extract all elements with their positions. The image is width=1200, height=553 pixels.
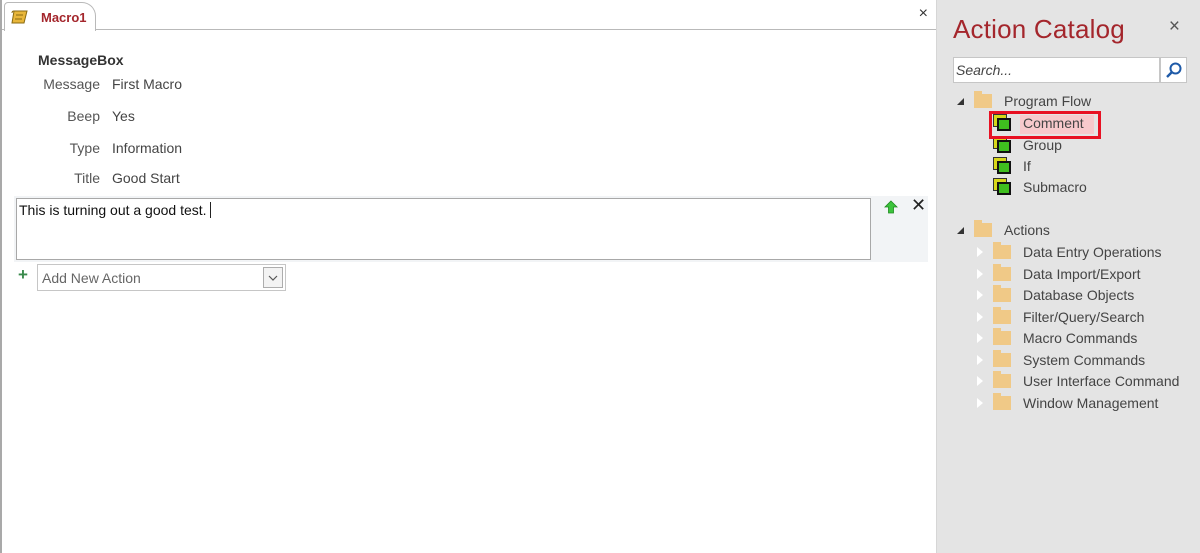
tree-item-label: If [1023,158,1031,174]
folder-icon [993,306,1011,324]
argument-label: Beep [67,108,100,124]
red-annotation-box [989,111,1101,139]
argument-label: Title [74,170,100,186]
argument-row-message[interactable]: Message First Macro [2,76,182,94]
tree-folder-item[interactable]: Macro Commands [976,328,1138,348]
collapsed-triangle-icon[interactable] [976,246,983,258]
tree-item-if[interactable]: If [993,156,1031,176]
folder-icon [993,371,1011,388]
add-action-plus-icon: + [18,265,28,284]
tree-folder-item[interactable]: System Commands [976,349,1146,370]
argument-value[interactable]: Good Start [112,170,180,186]
close-catalog-icon[interactable]: × [1169,16,1180,38]
comment-text: This is turning out a good test. [19,202,207,218]
argument-value[interactable]: Yes [112,108,135,124]
argument-value[interactable]: Information [112,140,182,156]
folder-icon [974,220,992,237]
tree-folder-item[interactable]: Filter/Query/Search [976,306,1145,327]
argument-label: Type [69,140,100,156]
move-up-arrow-icon[interactable] [884,200,898,214]
catalog-search-input[interactable]: Search... [953,57,1160,83]
folder-icon [993,285,1011,302]
collapsed-triangle-icon[interactable] [976,353,983,366]
add-new-action-select[interactable]: Add New Action [37,264,286,291]
collapsed-triangle-icon[interactable] [976,289,983,301]
document-tab-strip: Macro1 × [2,0,936,31]
tree-folder-item[interactable]: User Interface Command [976,371,1180,391]
tree-item-label: Database Objects [1023,287,1135,303]
tree-group-actions[interactable]: Actions [957,220,1050,240]
tree-item-label: Window Management [1023,394,1159,411]
collapsed-triangle-icon[interactable] [976,396,983,409]
action-name: MessageBox [38,52,124,68]
access-macro-window: Macro1 × MessageBox Message First Macro B… [0,0,1200,553]
tree-item-label: Submacro [1023,179,1087,195]
tree-folder-item[interactable]: Data Entry Operations [976,242,1162,262]
program-flow-icon [993,178,1013,196]
tree-item-label: User Interface Command [1023,373,1180,389]
argument-row-title[interactable]: Title Good Start [2,170,180,188]
collapsed-triangle-icon[interactable] [976,332,983,344]
tree-item-label: System Commands [1023,351,1146,368]
close-document-icon[interactable]: × [919,6,928,22]
folder-icon [993,263,1011,281]
tab-label: Macro1 [41,9,87,25]
tree-item-label: Data Import/Export [1023,265,1141,282]
macro-designer: Macro1 × MessageBox Message First Macro B… [0,0,936,553]
tree-folder-item[interactable]: Database Objects [976,285,1135,305]
tree-group-program-flow[interactable]: Program Flow [957,91,1091,111]
add-new-action-placeholder: Add New Action [42,270,141,286]
tree-folder-item[interactable]: Window Management [976,392,1159,413]
argument-row-type[interactable]: Type Information [2,140,182,158]
folder-icon [993,392,1011,410]
catalog-title: Action Catalog [953,14,1125,44]
comment-textarea[interactable]: This is turning out a good test. [16,198,871,260]
tree-item-label: Group [1023,137,1062,153]
folder-icon [974,91,992,108]
folder-icon [993,349,1011,367]
tree-folder-item[interactable]: Data Import/Export [976,263,1141,284]
collapsed-triangle-icon[interactable] [976,375,983,387]
macro-scroll-icon [11,9,29,25]
argument-label: Message [43,76,100,92]
tab-macro1[interactable]: Macro1 [4,2,96,31]
tree-item-label: Macro Commands [1023,330,1138,346]
argument-value[interactable]: First Macro [112,76,182,92]
folder-icon [993,242,1011,259]
folder-icon [993,328,1011,345]
search-icon [1165,62,1181,78]
tree-item-submacro[interactable]: Submacro [993,177,1087,197]
collapsed-triangle-icon[interactable] [976,267,983,280]
collapsed-triangle-icon[interactable] [976,310,983,323]
chevron-down-icon[interactable] [263,267,283,288]
delete-action-icon[interactable]: ✕ [911,196,926,214]
argument-row-beep[interactable]: Beep Yes [2,108,135,126]
tree-item-label: Data Entry Operations [1023,244,1162,260]
expanded-triangle-icon[interactable] [957,97,964,105]
tree-group-label: Program Flow [1004,93,1092,109]
program-flow-icon [993,157,1013,175]
text-caret [209,202,211,218]
tree-group-label: Actions [1004,222,1050,238]
tree-item-label: Filter/Query/Search [1023,308,1145,325]
expanded-triangle-icon[interactable] [957,226,964,234]
search-button[interactable] [1160,57,1187,83]
